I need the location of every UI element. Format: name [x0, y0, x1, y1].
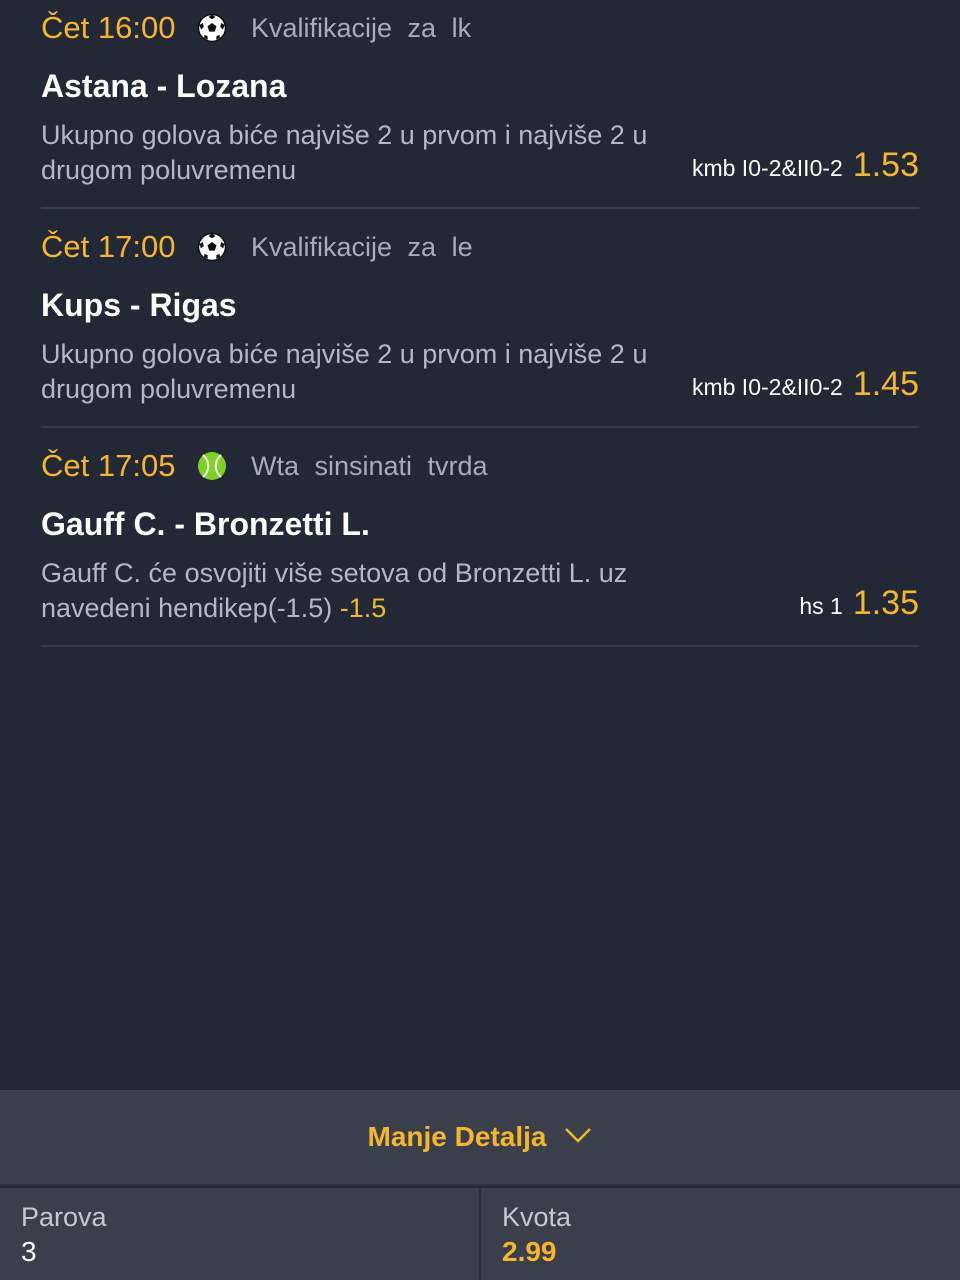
bet-description: Ukupno golova biće najviše 2 u prvom i n… — [41, 337, 721, 407]
bet-code: kmb I0-2&II0-2 — [691, 155, 843, 181]
match-teams: Gauff C. - Bronzetti L. — [41, 506, 370, 542]
odd-value: 1.35 — [852, 584, 919, 622]
handicap-value: -1.5 — [339, 593, 387, 623]
match-time: Čet 17:00 — [41, 229, 176, 264]
odd-value: 1.45 — [852, 365, 919, 403]
bet-description-text: Gauff C. će osvojiti više setova od Bron… — [41, 558, 628, 623]
odds-value: 2.99 — [502, 1236, 557, 1267]
league-name: Kvalifikacije za lk — [251, 12, 472, 43]
list-item: Čet 17:05 Wta sinsinati tvrda Gauff C. -… — [41, 428, 919, 647]
match-header: Čet 17:05 Wta sinsinati tvrda — [41, 446, 488, 486]
match-time: Čet 16:00 — [41, 10, 176, 45]
bet-description-text: Ukupno golova biće najviše 2 u prvom i n… — [41, 120, 648, 185]
odd-block: kmb I0-2&II0-2 1.45 — [692, 365, 919, 404]
league-name: Kvalifikacije za le — [251, 231, 473, 262]
soccer-ball-icon — [195, 230, 229, 264]
match-time: Čet 17:05 — [41, 448, 176, 483]
total-odds: Kvota 2.99 — [479, 1188, 960, 1280]
less-details-label: Manje Detalja — [367, 1121, 547, 1152]
league-name: Wta sinsinati tvrda — [251, 450, 488, 481]
soccer-ball-icon — [195, 11, 229, 45]
pairs-count: Parova 3 — [0, 1188, 479, 1280]
odds-label: Kvota — [502, 1202, 572, 1232]
chevron-down-icon — [564, 1126, 592, 1149]
match-header: Čet 17:00 Kvalifikacije za le — [41, 227, 473, 267]
list-item: Čet 16:00 Kvalifikacije za lk Astana - L… — [41, 0, 919, 209]
bet-description-text: Ukupno golova biće najviše 2 u prvom i n… — [41, 339, 648, 404]
tennis-ball-icon — [195, 449, 229, 483]
list-item: Čet 17:00 Kvalifikacije za le Kups - Rig… — [41, 209, 919, 428]
bet-description: Gauff C. će osvojiti više setova od Bron… — [41, 556, 721, 626]
odd-value: 1.53 — [852, 146, 919, 184]
bet-summary: Parova 3 Kvota 2.99 — [0, 1188, 960, 1280]
bet-slip-list: Čet 16:00 Kvalifikacije za lk Astana - L… — [41, 0, 919, 647]
bet-code: kmb I0-2&II0-2 — [691, 374, 843, 400]
pairs-label: Parova — [21, 1202, 107, 1232]
match-teams: Astana - Lozana — [41, 68, 287, 104]
pairs-value: 3 — [21, 1236, 37, 1267]
bet-description: Ukupno golova biće najviše 2 u prvom i n… — [41, 118, 721, 188]
match-teams: Kups - Rigas — [41, 287, 237, 323]
less-details-button[interactable]: Manje Detalja — [0, 1090, 960, 1186]
bet-code: hs 1 — [799, 593, 843, 619]
odd-block: kmb I0-2&II0-2 1.53 — [692, 146, 919, 185]
odd-block: hs 1 1.35 — [799, 584, 919, 623]
match-header: Čet 16:00 Kvalifikacije za lk — [41, 8, 471, 48]
